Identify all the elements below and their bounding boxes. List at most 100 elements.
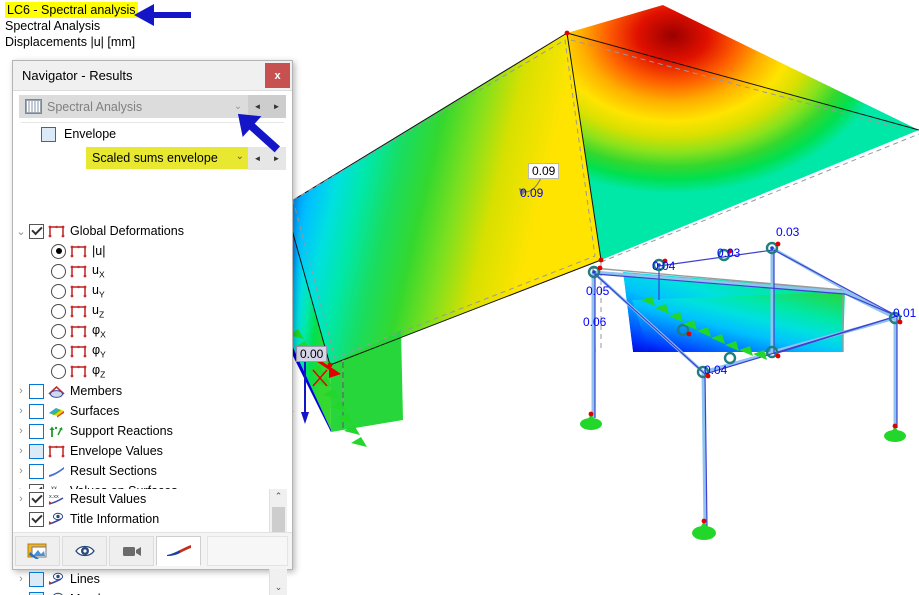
envelope-combo-value: Scaled sums envelope xyxy=(92,151,218,165)
value-label-node-001: 0.01 xyxy=(893,306,916,320)
tree-item-label: Support Reactions xyxy=(70,424,173,438)
member-deformation-icon xyxy=(69,244,88,259)
tree-item-icon xyxy=(47,404,66,419)
case-selector-value: Spectral Analysis xyxy=(47,100,228,114)
tree-item-icon xyxy=(69,324,88,339)
chevron-right-icon[interactable]: › xyxy=(13,465,29,477)
tree-item-2[interactable]: uX xyxy=(13,261,290,281)
navigator-bottom-toolbar[interactable] xyxy=(13,532,292,569)
display-item-4[interactable]: › Lines xyxy=(13,569,267,589)
member-deformation-icon xyxy=(69,304,88,319)
tree-item-label: uX xyxy=(92,263,105,280)
chevron-down-icon[interactable]: ⌄ xyxy=(13,225,29,238)
envelope-combo[interactable]: Scaled sums envelope ⌄ xyxy=(86,147,248,169)
value-label-node-004b: 0.04 xyxy=(704,363,727,377)
member-deformation-icon xyxy=(69,264,88,279)
tree-item-12[interactable]: ›Result Sections xyxy=(13,461,290,481)
radio-button[interactable] xyxy=(51,364,66,379)
tree-item-label: |u| xyxy=(92,244,105,258)
results-tree[interactable]: ⌄Global Deformations |u| uXuY uZ φX φY φZ › Memb… xyxy=(13,221,290,489)
navigator-titlebar[interactable]: Navigator - Results x xyxy=(13,61,292,91)
visibility-button[interactable] xyxy=(62,536,107,566)
tree-item-label: φY xyxy=(92,343,106,360)
radio-button[interactable] xyxy=(51,264,66,279)
checkbox[interactable] xyxy=(29,464,44,479)
chevron-right-icon[interactable]: › xyxy=(13,405,29,417)
envelope-checkbox[interactable] xyxy=(41,127,56,142)
checkbox[interactable] xyxy=(29,492,44,507)
tree-item-icon xyxy=(47,444,66,459)
arrow-to-envelope-combo xyxy=(228,104,288,160)
tree-item-label: Lines xyxy=(70,572,100,586)
radio-button[interactable] xyxy=(51,284,66,299)
tree-item-label: φZ xyxy=(92,363,105,380)
tree-item-icon xyxy=(69,364,88,379)
radio-button[interactable] xyxy=(51,344,66,359)
label-icon xyxy=(47,512,66,527)
value-label-max: 0.09 xyxy=(520,186,543,200)
chevron-right-icon[interactable]: › xyxy=(13,425,29,437)
tree-item-6[interactable]: φY xyxy=(13,341,290,361)
tree-item-icon xyxy=(47,512,66,527)
value-label-node-005: 0.05 xyxy=(586,284,609,298)
tree-item-10[interactable]: › Support Reactions xyxy=(13,421,290,441)
checkbox[interactable] xyxy=(29,512,44,527)
model-viewport[interactable]: 0.09 0.09 0.00 0.05 0.06 0.04 0.03 0.03 … xyxy=(283,0,919,574)
chevron-right-icon[interactable]: › xyxy=(13,493,29,505)
member-deformation-icon xyxy=(69,344,88,359)
tree-item-7[interactable]: φZ xyxy=(13,361,290,381)
close-icon[interactable]: x xyxy=(265,63,290,88)
value-label-min-box: 0.00 xyxy=(296,346,327,362)
tree-item-icon xyxy=(69,304,88,319)
chevron-right-icon[interactable]: › xyxy=(13,445,29,457)
tree-item-icon xyxy=(69,244,88,259)
radio-selected[interactable] xyxy=(51,244,66,259)
checkbox[interactable] xyxy=(29,592,44,595)
tree-item-5[interactable]: φX xyxy=(13,321,290,341)
tree-item-3[interactable]: uY xyxy=(13,281,290,301)
radio-button[interactable] xyxy=(51,324,66,339)
checkbox[interactable] xyxy=(29,424,44,439)
checkbox[interactable] xyxy=(29,224,44,239)
checkbox[interactable] xyxy=(29,444,44,459)
animation-button[interactable] xyxy=(109,536,154,566)
display-item-1[interactable]: Title Information xyxy=(13,509,267,529)
display-item-0[interactable]: ›x.xxResult Values xyxy=(13,489,267,509)
tree-item-4[interactable]: uZ xyxy=(13,301,290,321)
tree-item-8[interactable]: › Members xyxy=(13,381,290,401)
check-icon xyxy=(31,512,42,523)
checkbox[interactable] xyxy=(29,404,44,419)
checkbox[interactable] xyxy=(29,384,44,399)
tree-item-11[interactable]: › Envelope Values xyxy=(13,441,290,461)
member-deformation-icon xyxy=(47,444,66,459)
tree-item-label: Members xyxy=(70,384,122,398)
members-icon xyxy=(47,384,66,399)
case-selector-combo[interactable]: Spectral Analysis ⌄ xyxy=(19,95,248,118)
scroll-down-button[interactable]: ⌄ xyxy=(270,580,287,595)
member-deformation-icon xyxy=(69,324,88,339)
tree-item-label: Envelope Values xyxy=(70,444,163,458)
chevron-right-icon[interactable]: › xyxy=(13,573,29,585)
label-icon xyxy=(47,592,66,595)
value-label-node-004a: 0.04 xyxy=(652,259,675,273)
member-deformation-icon xyxy=(69,284,88,299)
radio-button[interactable] xyxy=(51,304,66,319)
results-tab-button[interactable] xyxy=(156,536,201,566)
tree-item-label: uZ xyxy=(92,303,104,320)
tree-item-icon xyxy=(47,384,66,399)
render-results-button[interactable] xyxy=(15,536,60,566)
display-item-5[interactable]: ›Members xyxy=(13,589,267,595)
result-sections-icon xyxy=(47,464,66,479)
picture-render-icon xyxy=(27,542,49,560)
tree-item-label: φX xyxy=(92,323,106,340)
tree-item-0[interactable]: ⌄Global Deformations xyxy=(13,221,290,241)
tree-item-9[interactable]: ›Surfaces xyxy=(13,401,290,421)
result-diagram-icon xyxy=(166,544,192,558)
arrow-to-load-case xyxy=(128,0,198,28)
load-case-highlight: LC6 - Spectral analysis xyxy=(5,2,138,18)
tree-item-13[interactable]: ›xxValues on Surfaces xyxy=(13,481,290,489)
check-icon xyxy=(31,492,42,503)
scroll-up-button[interactable]: ⌃ xyxy=(270,489,287,504)
tree-item-1[interactable]: |u| xyxy=(13,241,290,261)
chevron-right-icon[interactable]: › xyxy=(13,385,29,397)
